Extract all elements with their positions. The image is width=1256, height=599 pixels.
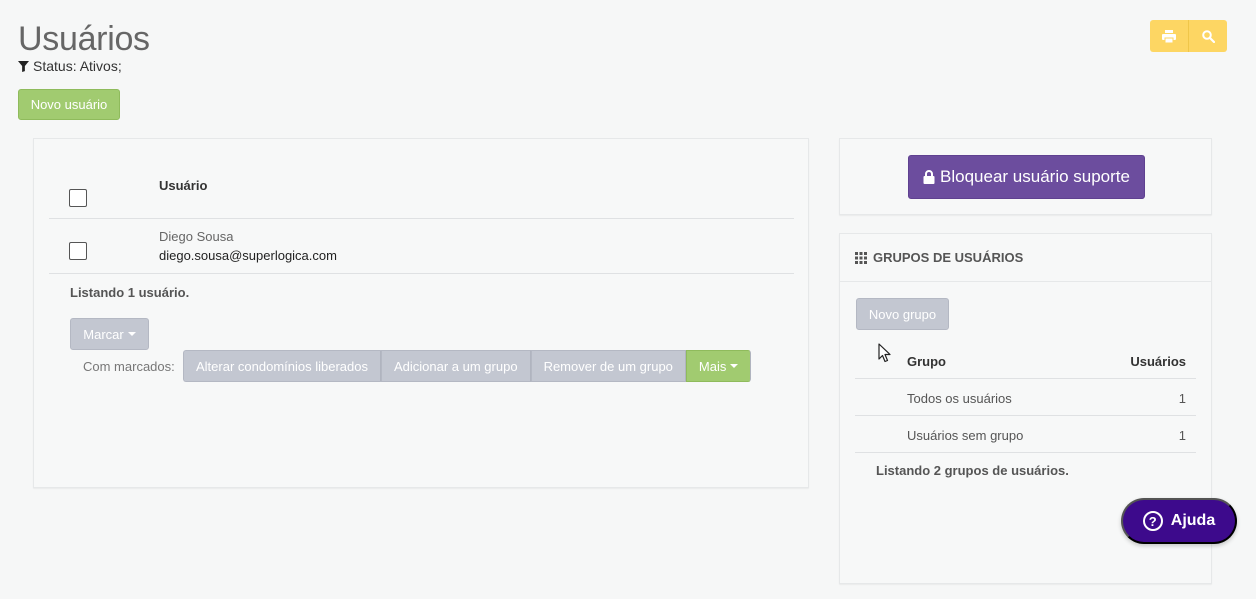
- column-header-users: Usuários: [1130, 354, 1186, 369]
- row-checkbox[interactable]: [69, 242, 87, 260]
- groups-table-header: Grupo Usuários: [855, 342, 1196, 379]
- new-user-button[interactable]: Novo usuário: [18, 89, 120, 120]
- mark-label: Marcar: [83, 326, 124, 342]
- add-to-group-button[interactable]: Adicionar a um grupo: [380, 350, 531, 382]
- group-name: Todos os usuários: [907, 391, 1012, 406]
- new-group-button[interactable]: Novo grupo: [856, 298, 949, 330]
- mouse-cursor-icon: [878, 343, 891, 363]
- search-icon: [1201, 29, 1215, 43]
- select-all-checkbox[interactable]: [69, 189, 87, 207]
- page-title: Usuários: [18, 20, 150, 58]
- mark-dropdown-button[interactable]: Marcar: [70, 318, 149, 350]
- users-panel: Usuário Diego Sousa diego.sousa@superlog…: [33, 138, 809, 488]
- print-icon: [1162, 29, 1176, 43]
- groups-title: GRUPOS DE USUÁRIOS: [873, 250, 1024, 265]
- help-button[interactable]: ? Ajuda: [1121, 498, 1237, 544]
- group-row[interactable]: Usuários sem grupo 1: [855, 416, 1196, 453]
- user-name: Diego Sousa: [159, 229, 234, 244]
- table-row[interactable]: Diego Sousa diego.sousa@superlogica.com: [49, 219, 794, 274]
- users-listing-text: Listando 1 usuário.: [70, 285, 190, 300]
- groups-header: GRUPOS DE USUÁRIOS: [840, 234, 1211, 282]
- help-label: Ajuda: [1170, 512, 1216, 529]
- caret-down-icon: [127, 332, 136, 336]
- caret-down-icon: [730, 364, 739, 368]
- groups-listing-text: Listando 2 grupos de usuários.: [876, 463, 1069, 478]
- top-actions: [1150, 20, 1227, 52]
- search-button[interactable]: [1189, 20, 1227, 52]
- lock-icon: [923, 170, 935, 184]
- group-row[interactable]: Todos os usuários 1: [855, 379, 1196, 416]
- bulk-actions-group: Alterar condomínios liberados Adicionar …: [183, 350, 752, 382]
- column-header-group: Grupo: [907, 354, 946, 369]
- question-icon: ?: [1142, 511, 1163, 531]
- lock-support-user-button[interactable]: Bloquear usuário suporte: [908, 155, 1145, 199]
- group-count: 1: [1178, 428, 1186, 443]
- more-dropdown-button[interactable]: Mais: [685, 350, 752, 382]
- change-condos-button[interactable]: Alterar condomínios liberados: [183, 350, 381, 382]
- lock-support-label: Bloquear usuário suporte: [940, 167, 1130, 186]
- remove-from-group-button[interactable]: Remover de um grupo: [530, 350, 686, 382]
- column-header-user: Usuário: [159, 178, 208, 193]
- grid-icon: [855, 251, 867, 264]
- support-panel: Bloquear usuário suporte: [839, 138, 1212, 215]
- bulk-actions-row: Com marcados: Alterar condomínios libera…: [83, 350, 752, 382]
- more-label: Mais: [698, 358, 727, 374]
- filter-text: Status: Ativos;: [33, 58, 122, 74]
- group-name: Usuários sem grupo: [907, 428, 1024, 443]
- users-table-header: Usuário: [49, 167, 794, 219]
- with-marked-label: Com marcados:: [83, 358, 175, 374]
- group-count: 1: [1178, 391, 1186, 406]
- print-button[interactable]: [1150, 20, 1189, 52]
- user-email: diego.sousa@superlogica.com: [159, 248, 337, 263]
- filter-summary: Status: Ativos;: [18, 58, 122, 74]
- filter-icon: [18, 60, 29, 72]
